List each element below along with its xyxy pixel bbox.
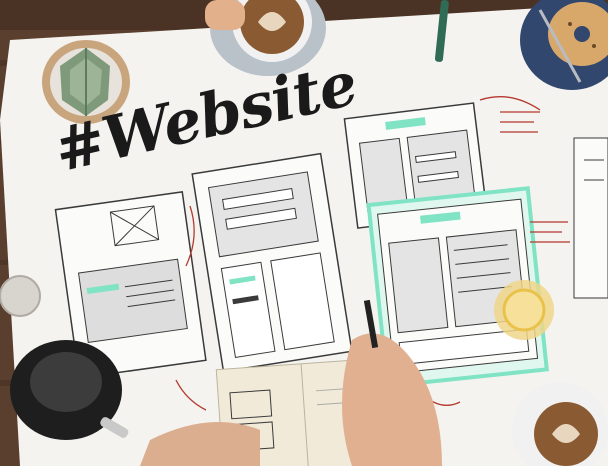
water-glass	[0, 275, 41, 317]
small-sheet-right	[573, 137, 608, 299]
tea-glass	[494, 280, 554, 340]
